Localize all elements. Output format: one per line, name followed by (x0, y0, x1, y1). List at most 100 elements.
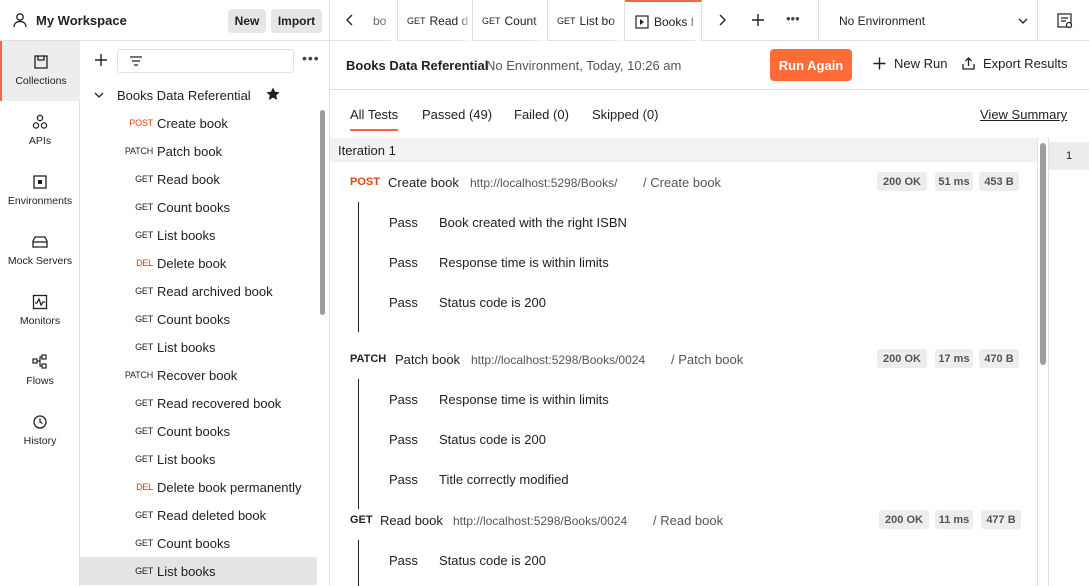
request-result-row[interactable]: POST Create book http://localhost:5298/Boo… (330, 168, 1037, 196)
sidebar-item-monitors[interactable]: Monitors (0, 281, 80, 341)
filter-input[interactable] (117, 49, 294, 73)
tree-request-item[interactable]: PATCH Patch book (80, 137, 317, 165)
tree-request-item[interactable]: GET List books (80, 445, 317, 473)
test-name: Response time is within limits (439, 392, 609, 407)
request-method: GET (135, 314, 153, 324)
request-url: http://localhost:5298/Books/0024 (471, 353, 646, 367)
sidebar-item-history[interactable]: History (0, 401, 80, 461)
monitors-icon (32, 294, 48, 310)
collection-tree: Books Data Referential POST Create book PA… (80, 81, 320, 586)
environments-icon (33, 175, 47, 189)
environment-select[interactable]: No Environment (818, 0, 1038, 41)
mock-servers-icon (32, 236, 48, 248)
new-tab-icon[interactable] (750, 12, 766, 28)
request-name: Count books (157, 424, 230, 439)
tree-request-item[interactable]: GET Read archived book (80, 277, 317, 305)
request-method: GET (135, 538, 153, 548)
tab-skipped[interactable]: Skipped (0) (592, 107, 658, 122)
test-status: Pass (389, 215, 418, 230)
results-scrollbar[interactable] (1037, 138, 1049, 586)
request-method: GET (350, 514, 373, 526)
request-name[interactable]: Read book (380, 513, 443, 528)
tree-request-item[interactable]: GET Count books (80, 305, 317, 333)
test-result-row: Pass Book created with the right ISBN (359, 212, 959, 232)
export-label: Export Results (983, 56, 1068, 71)
workspace-title[interactable]: My Workspace (36, 13, 127, 28)
collection-name: Books Data Referential (117, 88, 251, 103)
chevron-left-icon[interactable] (342, 12, 358, 28)
view-summary-link[interactable]: View Summary (980, 107, 1067, 122)
sidebar-item-apis[interactable]: APIs (0, 101, 80, 161)
tab-books-runner[interactable]: Books I (625, 0, 702, 41)
iteration-list: 1 (1049, 138, 1089, 586)
tab-failed[interactable]: Failed (0) (514, 107, 569, 122)
tab-passed[interactable]: Passed (49) (422, 107, 492, 122)
results-list: Iteration 1 POST Create book http://localh… (330, 138, 1037, 586)
test-name: Book created with the right ISBN (439, 215, 627, 230)
test-result-row: Pass Status code is 200 (359, 550, 959, 570)
collections-icon (34, 55, 48, 69)
tree-request-item[interactable]: GET Read recovered book (80, 389, 317, 417)
request-folder: / Patch book (671, 352, 744, 367)
tab-all-tests[interactable]: All Tests (350, 107, 399, 131)
request-name: List books (157, 228, 216, 243)
new-run-label: New Run (894, 56, 948, 71)
user-icon (13, 13, 27, 28)
apis-icon (32, 114, 48, 129)
size-badge: 477 B (981, 510, 1021, 529)
tree-request-item[interactable]: GET Count books (80, 417, 317, 445)
star-icon[interactable] (265, 86, 281, 102)
tab-3[interactable]: GET Count (473, 0, 548, 41)
request-method: GET (135, 230, 153, 240)
tab-4[interactable]: GET List bo (548, 0, 625, 41)
tree-request-item[interactable]: PATCH Recover book (80, 361, 317, 389)
request-result-row[interactable]: PATCH Patch book http://localhost:5298/Boo… (330, 345, 1037, 373)
tree-request-item[interactable]: GET List books (80, 557, 317, 585)
tab-2[interactable]: GET Read d (398, 0, 473, 41)
request-name[interactable]: Create book (388, 175, 459, 190)
sidebar-item-collections[interactable]: Collections (0, 41, 80, 101)
request-result-row[interactable]: GET Read book http://localhost:5298/Books/… (330, 506, 1037, 534)
plus-icon[interactable] (93, 52, 109, 68)
request-method: GET (135, 202, 153, 212)
sidebar-scrollbar[interactable] (320, 110, 325, 315)
import-button[interactable]: Import (271, 9, 322, 33)
sidebar-item-mock-servers[interactable]: Mock Servers (0, 221, 80, 281)
tree-request-item[interactable]: GET List books (80, 333, 317, 361)
tree-request-item[interactable]: DEL Delete book permanently (80, 473, 317, 501)
iteration-cell[interactable]: 1 (1049, 142, 1089, 170)
sidebar-item-label: History (23, 435, 57, 447)
chevron-down-icon[interactable] (94, 90, 104, 100)
tree-request-item[interactable]: GET Count books (80, 193, 317, 221)
run-again-button[interactable]: Run Again (770, 49, 852, 81)
export-results-button[interactable]: Export Results (961, 56, 1068, 71)
collection-root[interactable]: Books Data Referential (80, 81, 320, 109)
tree-request-item[interactable]: GET Count books (80, 529, 317, 557)
runner-title: Books Data Referential (346, 58, 489, 73)
tabs-more-icon[interactable]: ••• (786, 12, 800, 25)
environment-value: No Environment (839, 14, 926, 28)
chevron-right-icon[interactable] (714, 12, 730, 28)
tree-request-item[interactable]: POST Create book (80, 109, 317, 137)
sidebar-item-environments[interactable]: Environments (0, 161, 80, 221)
sidebar-item-flows[interactable]: Flows (0, 341, 80, 401)
scrollbar-thumb[interactable] (1040, 143, 1046, 365)
tree-request-item[interactable]: DEL Delete book (80, 249, 317, 277)
request-method: POST (129, 118, 153, 128)
environment-quick-look-icon[interactable] (1056, 12, 1074, 30)
request-name[interactable]: Patch book (395, 352, 460, 367)
more-options-icon[interactable]: ••• (302, 51, 319, 68)
new-run-button[interactable]: New Run (872, 56, 947, 71)
chevron-down-icon (1018, 18, 1028, 24)
status-badge: 200 OK (879, 510, 929, 529)
size-badge: 470 B (979, 349, 1019, 368)
tab-fade (533, 0, 547, 41)
tree-request-item[interactable]: GET Read deleted book (80, 501, 317, 529)
tab-1[interactable]: bo (363, 0, 398, 41)
tree-request-item[interactable]: GET List books (80, 221, 317, 249)
request-method: PATCH (124, 146, 153, 156)
new-button[interactable]: New (228, 9, 266, 33)
test-status: Pass (389, 392, 418, 407)
tree-request-item[interactable]: GET Read book (80, 165, 317, 193)
collection-toolbar: ••• (80, 41, 329, 81)
